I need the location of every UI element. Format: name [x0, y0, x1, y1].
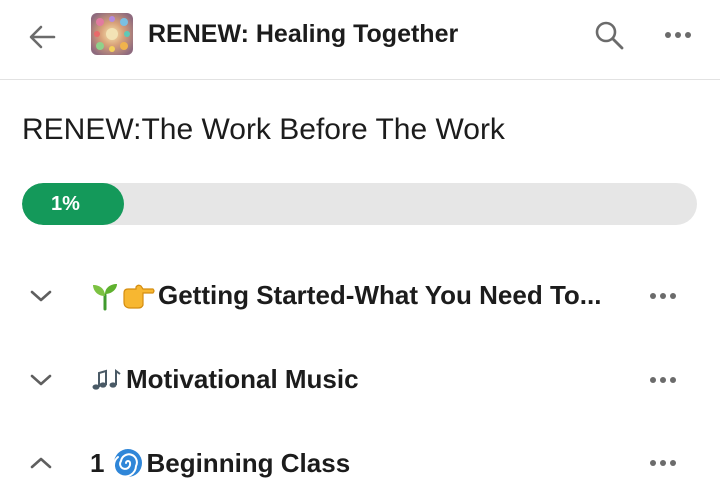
app-header: RENEW: Healing Together	[0, 0, 720, 80]
section-more-button[interactable]	[646, 286, 680, 306]
section-title: Motivational Music	[90, 364, 359, 395]
section-label: Beginning Class	[146, 447, 351, 478]
search-button[interactable]	[590, 16, 628, 54]
course-title: RENEW:The Work Before The Work	[22, 113, 505, 146]
section-label: Getting Started-What You Need To...	[158, 280, 602, 310]
pointing-hand-icon	[122, 281, 156, 311]
progress-bar: 1%	[22, 183, 697, 225]
seedling-icon	[90, 281, 120, 311]
progress-fill: 1%	[22, 183, 124, 225]
section-label: Motivational Music	[126, 364, 359, 394]
more-horizontal-icon	[650, 377, 676, 383]
section-title: 1 Beginning Class	[90, 447, 350, 479]
search-icon	[595, 21, 624, 50]
more-horizontal-icon	[665, 32, 691, 38]
section-number: 1	[90, 447, 105, 478]
section-title: Getting Started-What You Need To...	[90, 280, 601, 311]
progress-label: 1%	[51, 192, 80, 215]
section-row[interactable]: Getting Started-What You Need To...	[0, 266, 720, 326]
music-notes-icon	[90, 365, 124, 395]
section-more-button[interactable]	[646, 370, 680, 390]
community-logo[interactable]	[91, 13, 133, 55]
section-row[interactable]: Motivational Music	[0, 350, 720, 410]
back-button[interactable]	[22, 17, 62, 57]
community-title: RENEW: Healing Together	[148, 20, 459, 48]
chevron-down-icon[interactable]	[28, 283, 54, 309]
section-row[interactable]: 1 Beginning Class	[0, 433, 720, 493]
more-options-button[interactable]	[658, 20, 698, 50]
chevron-down-icon[interactable]	[28, 367, 54, 393]
cyclone-icon	[112, 447, 144, 479]
arrow-left-icon	[29, 25, 56, 49]
more-horizontal-icon	[650, 293, 676, 299]
chevron-up-icon[interactable]	[28, 450, 54, 476]
more-horizontal-icon	[650, 460, 676, 466]
section-more-button[interactable]	[646, 453, 680, 473]
